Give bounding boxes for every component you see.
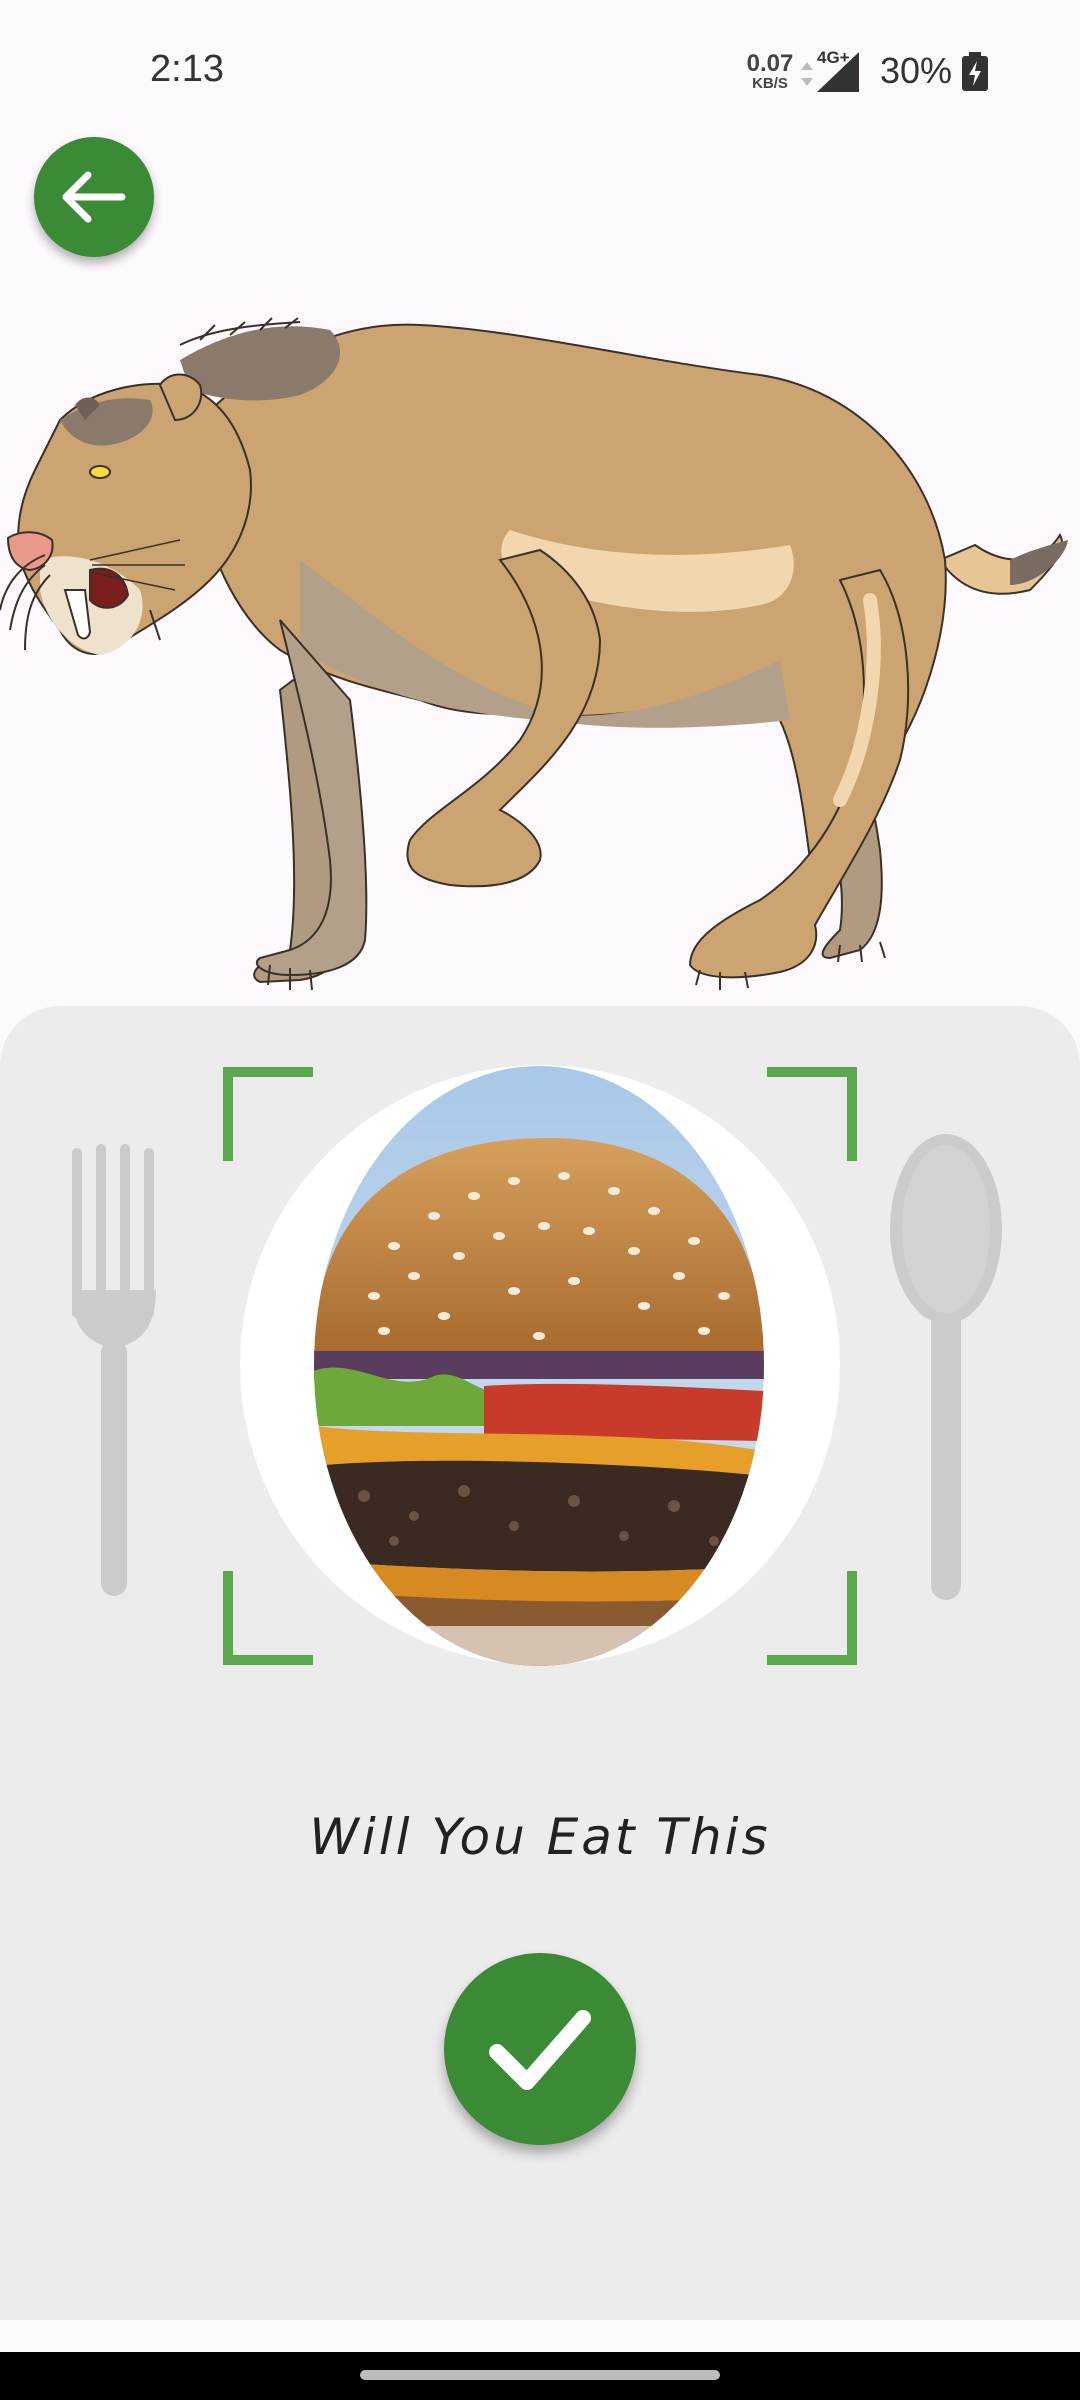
fork-icon bbox=[72, 1144, 156, 1596]
battery-percent: 30% bbox=[880, 50, 953, 91]
home-indicator[interactable] bbox=[360, 2370, 720, 2380]
question-text: Will You Eat This bbox=[309, 1808, 771, 1866]
arrow-left-icon bbox=[62, 171, 126, 223]
network-type: 4G+ bbox=[817, 48, 850, 67]
back-button[interactable] bbox=[34, 137, 154, 257]
network-speed: 0.07 KB/S bbox=[740, 50, 800, 92]
battery-charging-icon bbox=[962, 52, 988, 91]
network-speed-unit: KB/S bbox=[752, 75, 788, 92]
saber-tooth-cat-illustration bbox=[0, 317, 1068, 991]
network-speed-value: 0.07 bbox=[746, 50, 794, 77]
spoon-icon bbox=[890, 1134, 1002, 1600]
data-arrows-icon bbox=[801, 62, 813, 86]
status-bar: 2:13 0.07 KB/S 4G+ 30% bbox=[0, 0, 1080, 140]
checkmark-icon bbox=[489, 2010, 591, 2090]
status-time: 2:13 bbox=[150, 48, 224, 90]
scanner-frame bbox=[223, 1067, 857, 1665]
confirm-button[interactable] bbox=[444, 1953, 636, 2145]
